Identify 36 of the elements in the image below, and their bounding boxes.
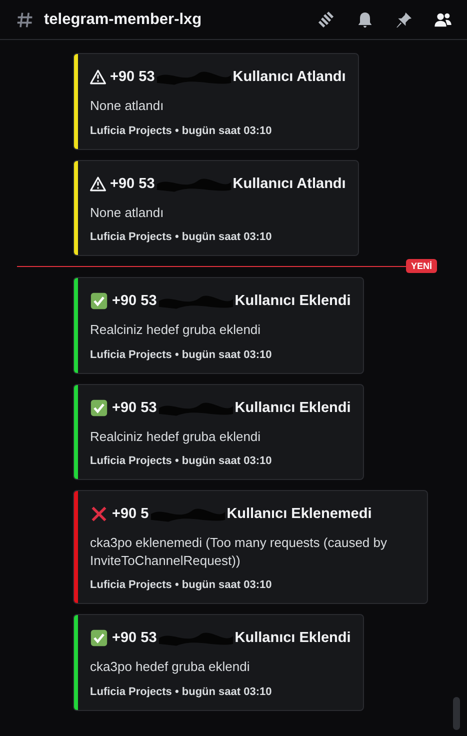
pin-icon[interactable]: [394, 10, 414, 30]
scrollbar-thumb[interactable]: [453, 697, 460, 730]
embed-footer: Luficia Projects • bugün saat 03:10: [90, 579, 415, 592]
embed-description: Realciniz hedef gruba eklendi: [90, 428, 262, 446]
embed-description: None atlandı: [90, 204, 165, 222]
warning-icon: [90, 69, 106, 85]
embed-title-start: +90 53: [112, 630, 157, 646]
embed-title: Kullanıcı Atlandı: [232, 69, 346, 85]
embed-title-start: +90 53: [112, 293, 157, 310]
threads-icon[interactable]: [316, 10, 336, 30]
check-mark-icon: [90, 398, 108, 417]
warning-icon: [90, 176, 106, 192]
hashtag-icon: [16, 10, 34, 28]
check-mark-icon: [90, 292, 108, 310]
embed-title-start: +90 53: [110, 176, 155, 192]
embed-title: Kullanıcı Eklendi: [234, 400, 351, 416]
embed-footer: Luficia Projects • bugün saat 03:10: [90, 231, 346, 244]
embed-footer: Luficia Projects • bugün saat 03:10: [90, 686, 351, 698]
embed-description: cka3po hedef gruba eklendi: [90, 658, 251, 676]
embed-footer: Luficia Projects • bugün saat 03:10: [90, 455, 351, 468]
embed-title: Kullanıcı Eklenemedi: [226, 506, 372, 522]
embed-footer: Luficia Projects • bugün saat 03:10: [90, 348, 351, 361]
embed-footer: Luficia Projects • bugün saat 03:10: [90, 124, 346, 137]
channel-name: telegram-member-lxg: [44, 10, 202, 28]
embed-title-start: +90 53: [110, 69, 155, 85]
embed-title-start: +90 53: [112, 400, 157, 416]
embed-title: Kullanıcı Eklendi: [234, 293, 351, 310]
embed-title: Kullanıcı Eklendi: [234, 630, 351, 646]
embed-description: cka3po eklenemedi (Too many requests (caused by InviteToChannelRequest)): [90, 534, 388, 570]
embed-title: Kullanıcı Atlandı: [232, 176, 346, 192]
new-messages-badge: YENİ: [406, 259, 437, 274]
check-mark-icon: [90, 629, 108, 648]
embed-description: None atlandı: [90, 97, 165, 115]
cross-icon: [90, 505, 108, 524]
embed-description: Realciniz hedef gruba eklendi: [90, 321, 262, 339]
embed-title-start: +90 5: [112, 506, 149, 522]
